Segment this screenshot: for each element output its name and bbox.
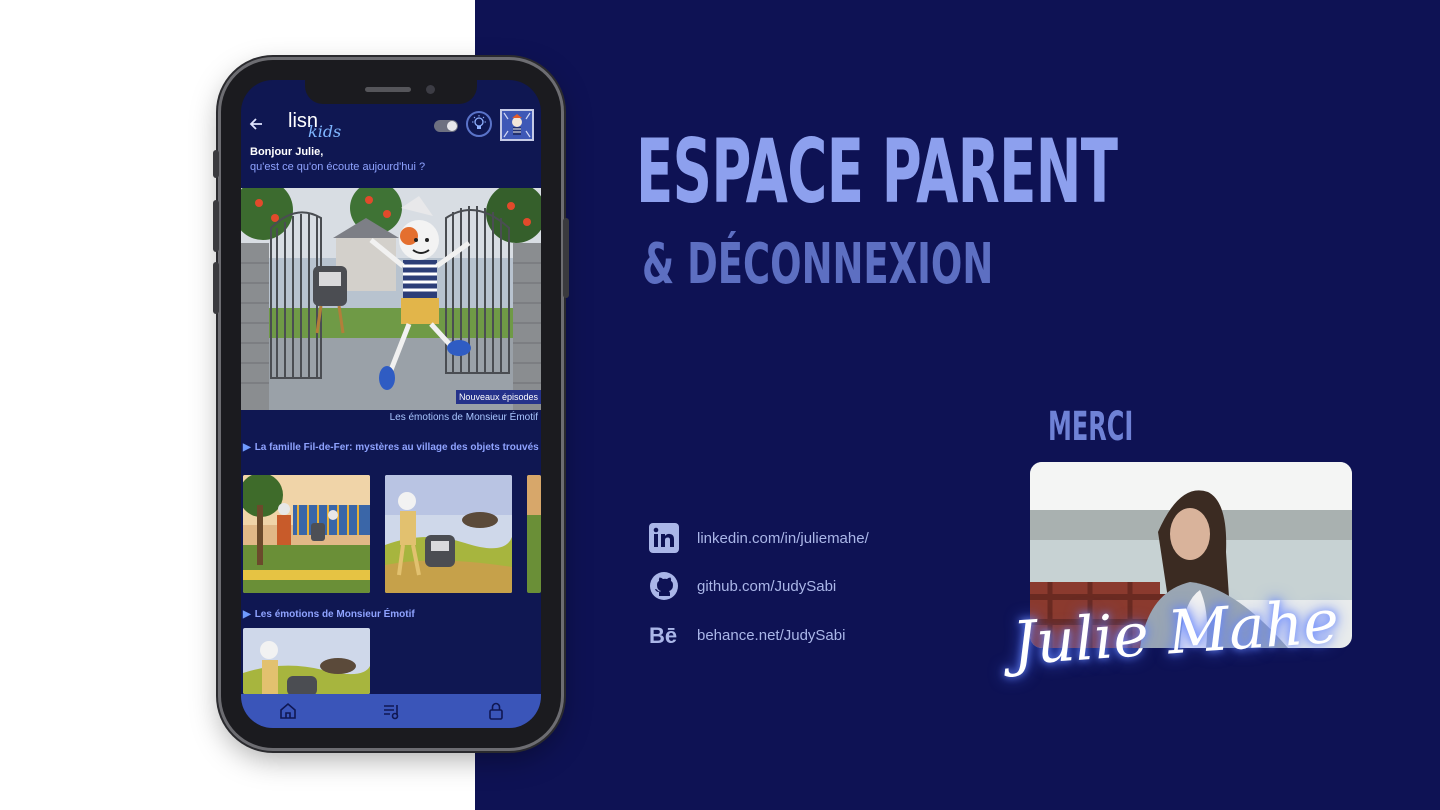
- theme-toggle[interactable]: [434, 120, 458, 132]
- phone-side-button: [213, 150, 219, 178]
- greeting-subtitle: qu'est ce qu'on écoute aujourd'hui ?: [250, 161, 426, 173]
- slide-title: ESPACE PARENT: [636, 120, 1118, 223]
- thumbnail-illustration: [243, 475, 370, 593]
- lightbulb-icon[interactable]: [466, 111, 492, 137]
- linkedin-icon: [648, 522, 680, 554]
- section-title-emotions[interactable]: ▶ Les émotions de Monsieur Émotif: [243, 609, 415, 620]
- camera: [426, 85, 435, 94]
- section-label: La famille Fil-de-Fer: mystères au villa…: [254, 442, 539, 453]
- slide-subtitle: & DÉCONNEXION: [642, 232, 994, 297]
- bottom-navigation: [241, 694, 541, 728]
- behance-icon: Bē: [648, 619, 680, 651]
- logo-sub: kids: [308, 122, 342, 141]
- avatar[interactable]: [500, 109, 534, 141]
- play-icon: ▶: [243, 609, 251, 620]
- speaker: [365, 87, 411, 92]
- thanks-heading: MERCI: [1048, 404, 1134, 450]
- back-arrow-icon[interactable]: [247, 114, 267, 134]
- thumbnail-illustration: [385, 475, 512, 593]
- home-icon[interactable]: [278, 702, 298, 720]
- playlist-icon[interactable]: [382, 702, 402, 720]
- github-icon: [648, 570, 680, 602]
- thumbnail-illustration: [527, 475, 541, 593]
- play-icon: ▶: [243, 442, 251, 453]
- new-episodes-badge: Nouveaux épisodes: [455, 390, 541, 404]
- episode-thumbnail-4[interactable]: [243, 628, 370, 694]
- thumbnail-illustration: [243, 628, 370, 694]
- hero-caption[interactable]: Les émotions de Monsieur Émotif: [390, 412, 538, 423]
- phone-mockup: lisn kids Bonjour Julie, qu'est ce qu'on…: [213, 60, 569, 748]
- linkedin-text: linkedin.com/in/juliemahe/: [697, 530, 869, 547]
- greeting-title: Bonjour Julie,: [250, 146, 324, 158]
- phone-power-button: [563, 218, 569, 298]
- phone-screen: lisn kids Bonjour Julie, qu'est ce qu'on…: [241, 80, 541, 728]
- episode-thumbnail-3[interactable]: [527, 475, 541, 593]
- svg-text:Bē: Bē: [649, 623, 677, 648]
- phone-volume-down: [213, 262, 219, 314]
- section-label: Les émotions de Monsieur Émotif: [254, 609, 415, 620]
- app-logo[interactable]: lisn kids: [288, 110, 341, 141]
- episode-thumbnail-1[interactable]: [243, 475, 370, 593]
- lock-icon[interactable]: [486, 702, 506, 720]
- hero-banner[interactable]: Nouveaux épisodes: [241, 188, 541, 410]
- section-title-fil-de-fer[interactable]: ▶ La famille Fil-de-Fer: mystères au vill…: [243, 442, 539, 454]
- phone-volume-up: [213, 200, 219, 252]
- greeting: Bonjour Julie, qu'est ce qu'on écoute au…: [250, 146, 425, 173]
- app-header: lisn kids: [241, 106, 541, 146]
- episode-thumbnail-2[interactable]: [385, 475, 512, 593]
- github-text: github.com/JudySabi: [697, 578, 837, 595]
- phone-notch: [305, 80, 477, 104]
- behance-text: behance.net/JudySabi: [697, 627, 846, 644]
- hero-illustration: [241, 188, 541, 410]
